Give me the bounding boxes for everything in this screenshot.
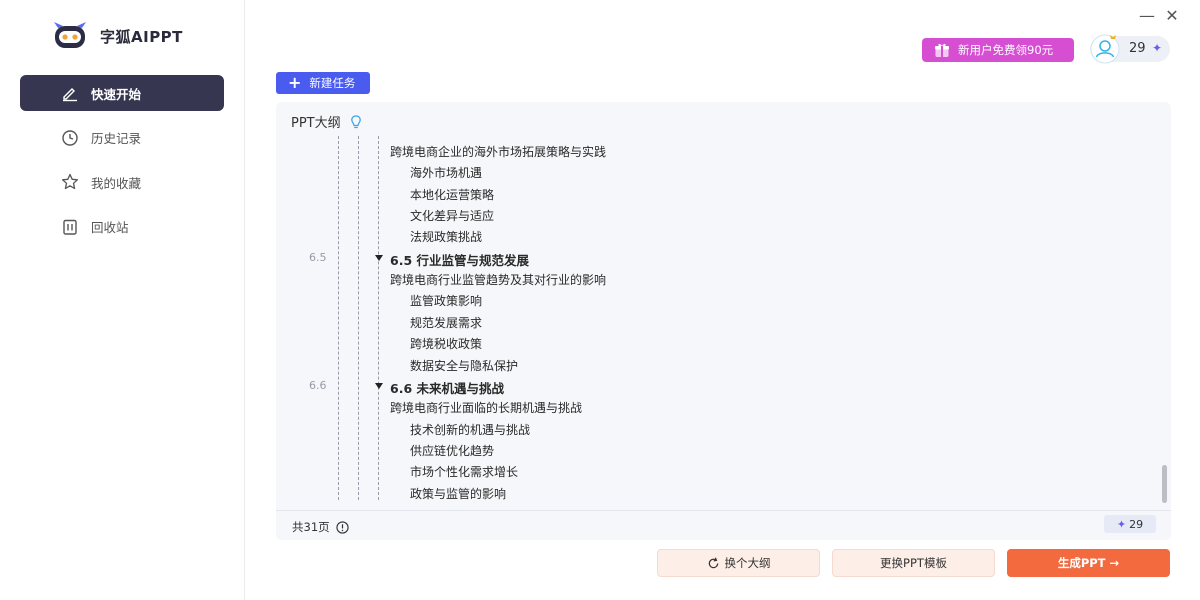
user-avatar-icon (1090, 34, 1120, 64)
outline-bullet-item[interactable]: 技术创新的机遇与挑战 (410, 421, 530, 438)
outline-guide-line (338, 136, 339, 500)
generate-ppt-button[interactable]: 生成PPT → (1007, 549, 1170, 577)
outline-header: PPT大纲 (291, 112, 363, 131)
outline-section-heading[interactable]: 6.5 行业监管与规范发展 (390, 250, 529, 269)
outline-bullet-item[interactable]: 市场个性化需求增长 (410, 463, 518, 480)
sidebar: 字狐AIPPT 快速开始 历史记录 我的收藏 回收站 (0, 0, 245, 600)
outline-bullet-item[interactable]: 本地化运营策略 (410, 186, 494, 203)
sparkle-icon: ✦ (1152, 41, 1163, 55)
new-user-promo-button[interactable]: 新用户免费领90元 (922, 38, 1074, 62)
outline-bullet-item[interactable]: 供应链优化趋势 (410, 442, 494, 459)
sidebar-item-trash[interactable]: 回收站 (20, 209, 224, 245)
sidebar-item-favorites[interactable]: 我的收藏 (20, 164, 224, 200)
outline-bullet-item[interactable]: 文化差异与适应 (410, 207, 494, 224)
info-icon[interactable] (336, 520, 349, 534)
clock-icon (62, 129, 78, 146)
outline-section-number: 6.5 (309, 250, 327, 264)
outline-title: PPT大纲 (291, 116, 341, 131)
close-button[interactable]: ✕ (1163, 6, 1181, 25)
outline-footer: 共31页 ✦ 29 (276, 510, 1171, 540)
change-outline-label: 换个大纲 (724, 556, 771, 570)
user-account-pill[interactable]: 29 ✦ (1090, 34, 1170, 64)
lightbulb-icon[interactable] (349, 114, 363, 129)
plus-icon: + (288, 73, 302, 92)
cost-badge: ✦ 29 (1104, 515, 1156, 533)
outline-guide-line (358, 136, 359, 500)
outline-bullet-item[interactable]: 跨境税收政策 (410, 335, 482, 352)
sidebar-nav: 快速开始 历史记录 我的收藏 回收站 (20, 75, 224, 253)
brand: 字狐AIPPT (52, 22, 183, 50)
outline-section-description[interactable]: 跨境电商企业的海外市场拓展策略与实践 (390, 143, 606, 160)
generate-ppt-label: 生成PPT → (1057, 556, 1120, 570)
trash-icon (63, 219, 77, 235)
outline-scrollbar[interactable] (1162, 465, 1167, 503)
outline-section-description[interactable]: 跨境电商行业监管趋势及其对行业的影响 (390, 271, 606, 288)
new-task-button[interactable]: + 新建任务 (276, 72, 370, 94)
promo-label: 新用户免费领90元 (958, 43, 1054, 57)
page-count: 共31页 (292, 519, 349, 535)
fox-robot-logo-icon (54, 22, 86, 48)
outline-bullet-item[interactable]: 数据安全与隐私保护 (410, 357, 518, 374)
outline-bullet-item[interactable]: 监管政策影响 (410, 292, 482, 309)
cost-value: 29 (1129, 517, 1144, 531)
refresh-icon (708, 557, 718, 568)
sidebar-item-history[interactable]: 历史记录 (20, 120, 224, 156)
outline-panel: PPT大纲 跨境电商企业的海外市场拓展策略与实践海外市场机遇 本地化运营策略 文化差… (276, 102, 1171, 540)
collapse-caret-icon[interactable] (375, 382, 383, 389)
outline-bullet-item[interactable]: 规范发展需求 (410, 314, 482, 331)
minimize-button[interactable]: — (1138, 6, 1156, 25)
pencil-icon (63, 88, 77, 102)
sparkle-icon: ✦ (1116, 517, 1127, 531)
brand-name: 字狐AIPPT (100, 27, 183, 46)
change-template-button[interactable]: 更换PPT模板 (832, 549, 995, 577)
sidebar-item-quick-start[interactable]: 快速开始 (20, 75, 224, 111)
sidebar-item-label: 我的收藏 (91, 175, 142, 191)
outline-guide-line (378, 136, 379, 500)
sidebar-item-label: 回收站 (91, 220, 129, 235)
page-count-label: 共31页 (292, 520, 330, 534)
outline-section-heading[interactable]: 6.6 未来机遇与挑战 (390, 378, 504, 397)
outline-bullet-item[interactable]: 政策与监管的影响 (410, 485, 506, 502)
outline-bullet-item[interactable]: 法规政策挑战 (410, 228, 482, 245)
new-task-label: 新建任务 (309, 76, 356, 90)
outline-section-description[interactable]: 跨境电商行业面临的长期机遇与挑战 (390, 399, 582, 416)
sidebar-item-label: 历史记录 (91, 131, 142, 146)
outline-bullet-item[interactable]: 海外市场机遇 (410, 164, 482, 181)
gift-icon (935, 43, 949, 57)
collapse-caret-icon[interactable] (375, 254, 383, 261)
star-icon (61, 173, 79, 190)
change-template-label: 更换PPT模板 (880, 556, 947, 570)
credits-count: 29 (1129, 41, 1146, 56)
outline-section-number: 6.6 (309, 378, 327, 392)
change-outline-button[interactable]: 换个大纲 (657, 549, 820, 577)
sidebar-item-label: 快速开始 (91, 86, 142, 102)
